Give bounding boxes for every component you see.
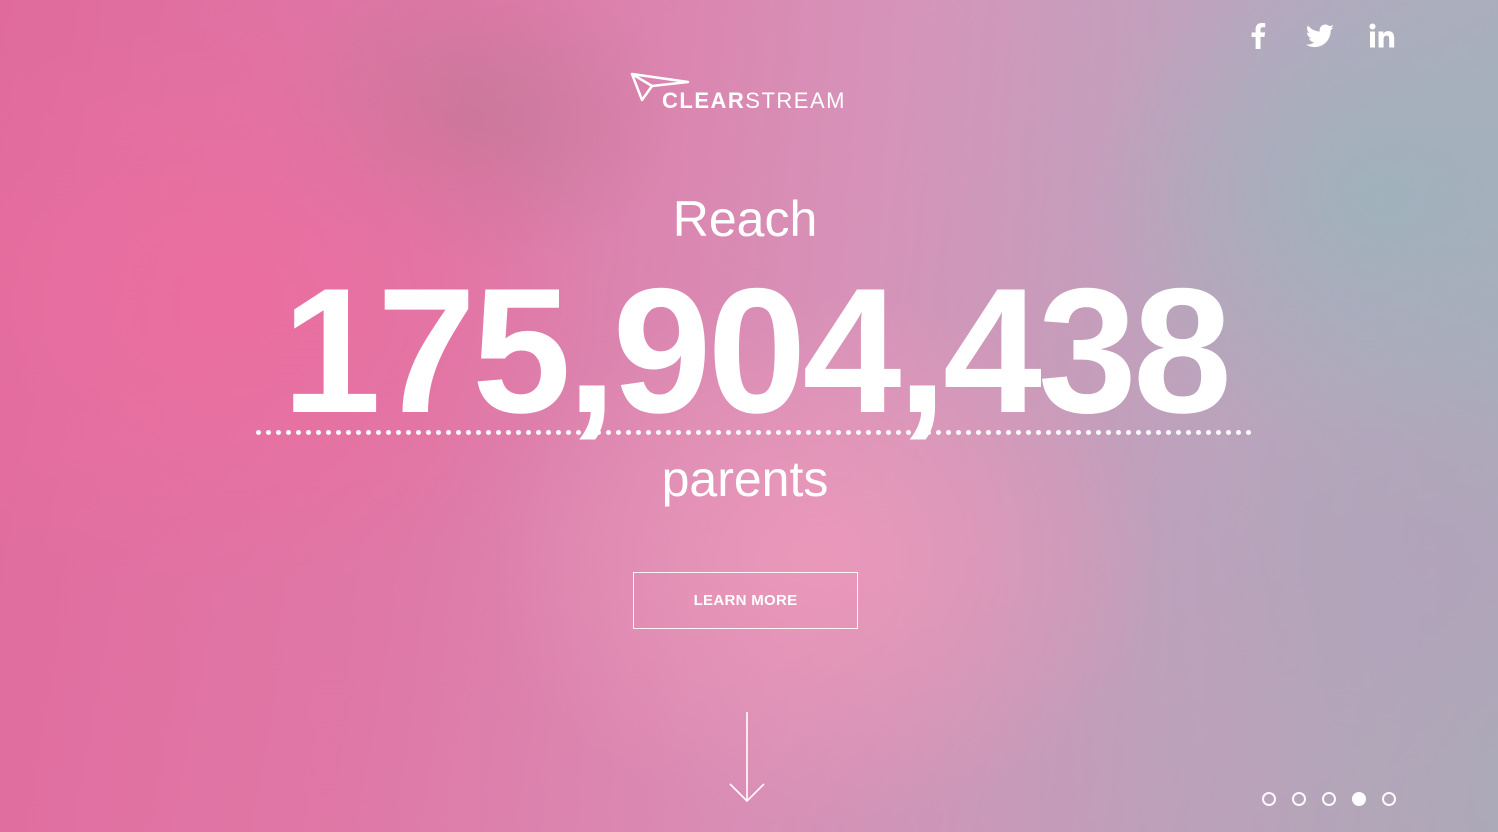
pagination-dot[interactable] <box>1292 792 1306 806</box>
pagination-dot[interactable] <box>1382 792 1396 806</box>
learn-more-button[interactable]: LEARN MORE <box>633 572 858 629</box>
clearstream-logo[interactable]: CLEARSTREAM <box>630 72 870 116</box>
slide-pagination <box>1262 792 1396 806</box>
dotted-divider <box>256 430 1252 435</box>
logo-bold-text: CLEAR <box>662 88 746 113</box>
scroll-down-arrow-icon[interactable] <box>728 712 766 804</box>
pagination-dot[interactable] <box>1262 792 1276 806</box>
parent-count: 175,904,438 <box>282 251 1232 450</box>
hero-section: CLEARSTREAM Reach 175,904,438 parents LE… <box>0 0 1498 832</box>
pagination-dot[interactable] <box>1322 792 1336 806</box>
hero-line-2: parents <box>661 451 829 507</box>
twitter-icon[interactable] <box>1304 20 1336 52</box>
logo-light-text: STREAM <box>745 88 846 113</box>
social-links <box>1242 20 1398 52</box>
facebook-icon[interactable] <box>1242 20 1274 52</box>
pagination-dot[interactable] <box>1352 792 1366 806</box>
hero-line-1: Reach <box>672 191 818 247</box>
linkedin-icon[interactable] <box>1366 20 1398 52</box>
logo-wordmark: CLEARSTREAM <box>662 88 846 114</box>
